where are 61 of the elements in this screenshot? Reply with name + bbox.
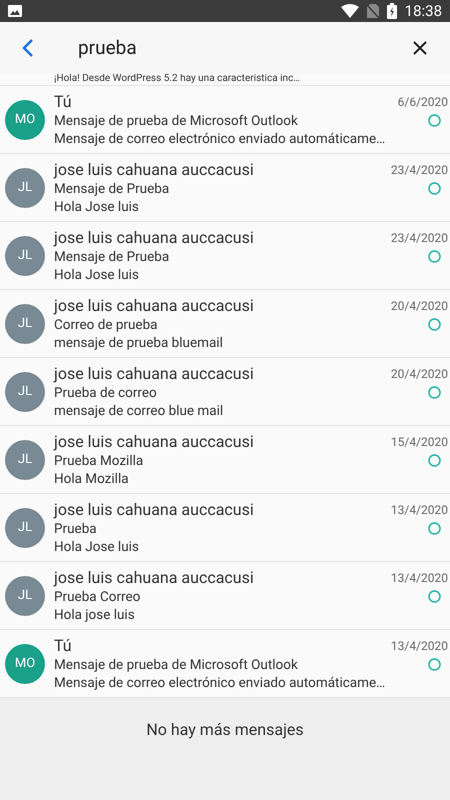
sender-name: jose luis cahuana auccacusi [54, 160, 254, 180]
avatar: JL [5, 168, 45, 208]
sender-name: jose luis cahuana auccacusi [54, 296, 254, 316]
message-preview: Hola jose luis [54, 606, 136, 624]
no-sim-icon [366, 4, 379, 18]
message-date: 20/4/2020 [390, 366, 448, 382]
circle-icon [428, 318, 441, 331]
avatar: JL [5, 508, 45, 548]
battery-icon [386, 3, 397, 19]
message-subject: Correo de prueba [54, 316, 158, 334]
message-preview: Mensaje de correo electrónico enviado automáticame… [54, 674, 386, 692]
image-icon [8, 5, 22, 17]
message-preview: Hola Jose luis [54, 266, 140, 284]
message-preview: Hola Jose luis [54, 538, 140, 556]
circle-icon [428, 114, 441, 127]
circle-icon [428, 250, 441, 263]
message-preview: Mensaje de correo electrónico enviado automáticame… [54, 130, 386, 148]
message-subject: Prueba Mozilla [54, 452, 144, 470]
wifi-icon [340, 4, 359, 18]
sender-name: Tú [54, 636, 72, 656]
message-subject: Prueba de correo [54, 384, 157, 402]
search-field[interactable]: prueba [78, 34, 410, 62]
message-date: 6/6/2020 [398, 94, 448, 110]
avatar: MO [5, 100, 45, 140]
message-preview: mensaje de correo blue mail [54, 402, 224, 420]
message-preview: Hola Mozilla [54, 470, 130, 488]
message-subject: Mensaje de Prueba [54, 248, 170, 266]
message-subject: Prueba [54, 520, 97, 538]
circle-icon [428, 590, 441, 603]
avatar: MO [5, 644, 45, 684]
sender-name: jose luis cahuana auccacusi [54, 228, 254, 248]
avatar: JL [5, 440, 45, 480]
message-subject: Prueba Correo [54, 588, 140, 606]
circle-icon [428, 522, 441, 535]
message-date: 23/4/2020 [390, 230, 448, 246]
message-date: 15/4/2020 [390, 434, 448, 450]
avatar: JL [5, 304, 45, 344]
circle-icon [428, 454, 441, 467]
message-preview: mensaje de prueba bluemail [54, 334, 224, 352]
message-date: 13/4/2020 [390, 570, 448, 586]
avatar: JL [5, 576, 45, 616]
circle-icon [428, 658, 441, 671]
message-subject: Mensaje de prueba de Microsoft Outlook [54, 656, 298, 674]
message-date: 13/4/2020 [390, 638, 448, 654]
end-of-list-text: No hay más mensajes [146, 719, 304, 741]
avatar: JL [5, 372, 45, 412]
message-subject: Mensaje de Prueba [54, 180, 170, 198]
sender-name: jose luis cahuana auccacusi [54, 364, 254, 384]
sender-name: jose luis cahuana auccacusi [54, 432, 254, 452]
circle-icon [428, 182, 441, 195]
message-date: 20/4/2020 [390, 298, 448, 314]
clock-time: 18:38 [404, 0, 442, 22]
message-preview: Hola Jose luis [54, 198, 140, 216]
sender-name: jose luis cahuana auccacusi [54, 500, 254, 520]
avatar: JL [5, 236, 45, 276]
message-subject: Mensaje de prueba de Microsoft Outlook [54, 112, 298, 130]
message-date: 23/4/2020 [390, 162, 448, 178]
message-date: 13/4/2020 [390, 502, 448, 518]
sender-name: jose luis cahuana auccacusi [54, 568, 254, 588]
sender-name: Tú [54, 92, 72, 112]
circle-icon [428, 386, 441, 399]
